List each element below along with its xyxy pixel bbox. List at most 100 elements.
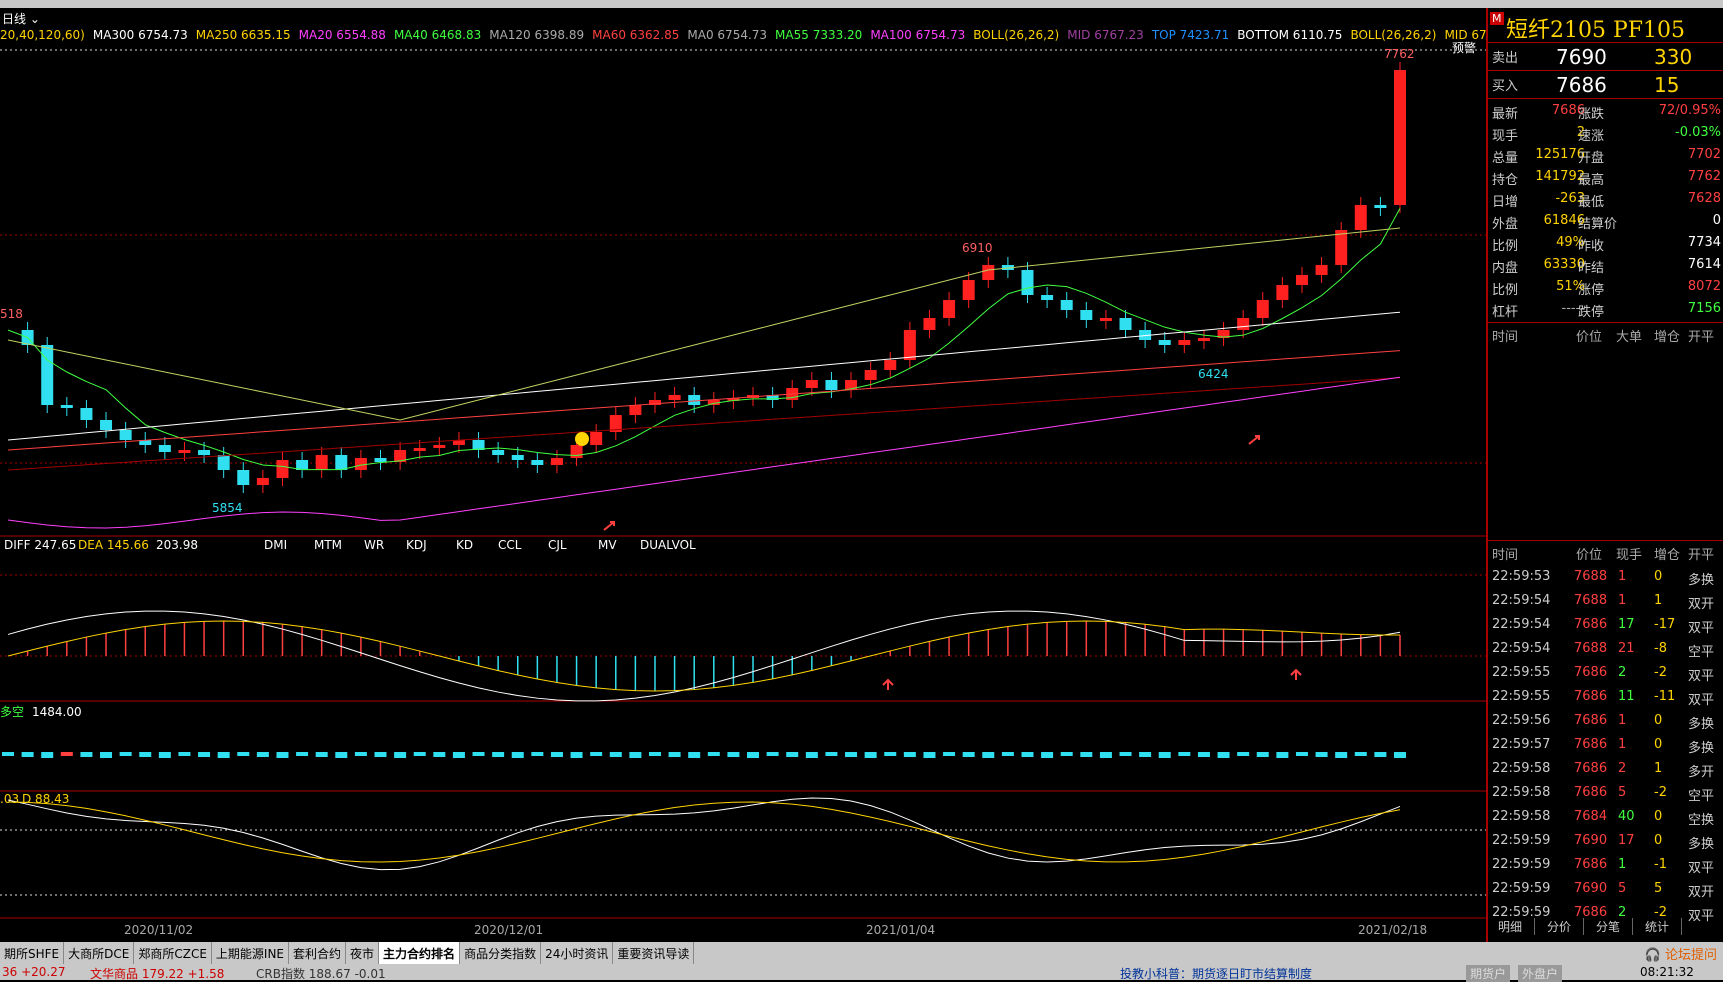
stat-row: 比例 51% 涨停 8072 bbox=[1488, 276, 1723, 298]
column-header: 价位 bbox=[1576, 548, 1603, 563]
stat-cell: 7156 bbox=[1687, 301, 1721, 316]
candle-body bbox=[1394, 70, 1406, 205]
stat-cell: 比例 bbox=[1492, 283, 1519, 298]
tick-cell: 22:59:55 bbox=[1492, 689, 1551, 704]
tick-cell: 双开 bbox=[1688, 597, 1715, 612]
tick-cell: 1 bbox=[1654, 593, 1663, 608]
stat-cell: 涨停 bbox=[1578, 283, 1605, 298]
tick-row: 22:59:55 7686 2 -2 双平 bbox=[1488, 662, 1723, 686]
candle-body bbox=[217, 455, 230, 470]
futures-account-button[interactable]: 期货户 bbox=[1466, 965, 1511, 982]
volume-bar bbox=[374, 752, 387, 757]
stat-row: 持仓 141792 最高 7762 bbox=[1488, 166, 1723, 188]
market-tab[interactable]: 期所SHFE bbox=[0, 942, 65, 965]
tick-cell: 22:59:58 bbox=[1492, 809, 1551, 824]
stat-row: 外盘 61846 结算价 0 bbox=[1488, 210, 1723, 232]
candle-body bbox=[492, 450, 505, 455]
candle-body bbox=[982, 265, 995, 280]
status-bar: 36 +20.27 文华商品 179.22 +1.58 CRB指数 188.67… bbox=[0, 964, 1723, 982]
market-tab[interactable]: 郑商所CZCE bbox=[134, 942, 212, 965]
panel-tab[interactable]: 统计 bbox=[1633, 918, 1682, 935]
contract-title: 短纤2105 PF105 bbox=[1506, 18, 1686, 43]
market-tab[interactable]: 商品分类指数 bbox=[460, 942, 542, 965]
tick-cell: 1 bbox=[1654, 761, 1663, 776]
volume-bar bbox=[1237, 752, 1250, 756]
indicator-tab: WR bbox=[364, 538, 384, 552]
tick-cell: 22:59:54 bbox=[1492, 641, 1551, 656]
market-badge: M bbox=[1490, 12, 1504, 25]
candle-body bbox=[178, 450, 191, 453]
tick-cell: 0 bbox=[1654, 833, 1663, 848]
volume-bar bbox=[688, 752, 701, 758]
kdj-k: .03 bbox=[0, 792, 19, 806]
volume-bar bbox=[805, 752, 818, 758]
volume-bar bbox=[864, 752, 877, 758]
stat-cell: 涨跌 bbox=[1578, 107, 1605, 122]
notice-ticker: 投教小科普：期货逐日盯市结算制度 bbox=[1120, 967, 1313, 981]
ma-line bbox=[7, 311, 1401, 441]
market-tab[interactable]: 上期能源INE bbox=[212, 942, 290, 965]
volume-bar bbox=[1001, 752, 1014, 756]
stat-cell: 最低 bbox=[1578, 195, 1605, 210]
volume-label: 多空 bbox=[0, 705, 24, 719]
sell-price: 7690 bbox=[1556, 45, 1607, 69]
market-tab[interactable]: 24小时资讯 bbox=[541, 942, 614, 965]
price-label-low2: 6424 bbox=[1198, 367, 1229, 381]
tick-cell: 7686 bbox=[1574, 761, 1608, 776]
volume-bar bbox=[1197, 752, 1210, 757]
volume-bar bbox=[315, 752, 328, 757]
warning-label: 预警 bbox=[1452, 40, 1476, 55]
tick-cell: -8 bbox=[1654, 641, 1667, 656]
volume-bar bbox=[119, 752, 132, 756]
volume-bar bbox=[472, 752, 485, 756]
tick-cell: 双开 bbox=[1688, 885, 1715, 900]
volume-bar bbox=[354, 752, 367, 756]
stat-cell: 内盘 bbox=[1492, 261, 1519, 276]
market-tab[interactable]: 大商所DCE bbox=[64, 942, 135, 965]
market-tab[interactable]: 夜市 bbox=[346, 942, 380, 965]
market-tab[interactable]: 套利合约 bbox=[289, 942, 347, 965]
candle-body bbox=[923, 318, 936, 330]
tick-cell: 22:59:54 bbox=[1492, 617, 1551, 632]
stat-cell: 日增 bbox=[1492, 195, 1519, 210]
tick-cell: 7686 bbox=[1574, 689, 1608, 704]
volume-bar bbox=[237, 752, 250, 756]
tick-cell: 7686 bbox=[1574, 785, 1608, 800]
candle-body bbox=[903, 330, 916, 360]
candle-body bbox=[1295, 275, 1308, 285]
volume-bar bbox=[21, 752, 34, 757]
date-label: 2021/01/04 bbox=[866, 923, 935, 937]
tick-cell: 7690 bbox=[1574, 881, 1608, 896]
buy-label: 买入 bbox=[1492, 79, 1519, 94]
stat-cell: 比例 bbox=[1492, 239, 1519, 254]
volume-bar bbox=[511, 752, 524, 758]
stat-cell: 持仓 bbox=[1492, 173, 1519, 188]
tick-cell: 0 bbox=[1654, 809, 1663, 824]
foreign-account-button[interactable]: 外盘户 bbox=[1518, 965, 1563, 982]
market-tab[interactable]: 主力合约排名 bbox=[379, 942, 461, 965]
candle-body bbox=[158, 445, 171, 452]
column-header: 时间 bbox=[1492, 548, 1519, 563]
clock: 08:21:32 bbox=[1640, 965, 1694, 979]
panel-tab[interactable]: 分笔 bbox=[1584, 918, 1633, 935]
panel-tabs[interactable]: 明细 分价 分笔 统计 bbox=[1486, 918, 1723, 938]
volume-bar bbox=[884, 752, 897, 756]
tick-row: 22:59:59 7686 1 -1 双平 bbox=[1488, 854, 1723, 878]
market-tab-bar[interactable]: 期所SHFE 大商所DCE 郑商所CZCE 上期能源INE 套利合约 夜市 主力合约排名 商品… bbox=[0, 942, 1723, 965]
volume-bar bbox=[1354, 752, 1367, 756]
volume-bar bbox=[786, 752, 799, 757]
tick-cell: 7684 bbox=[1574, 809, 1608, 824]
forum-link[interactable]: 🎧 论坛提问 bbox=[1645, 944, 1717, 963]
candle-body bbox=[1060, 300, 1073, 310]
volume-bar bbox=[413, 752, 426, 756]
volume-bar bbox=[1139, 752, 1152, 757]
panel-tab[interactable]: 分价 bbox=[1535, 918, 1584, 935]
stat-cell: 0 bbox=[1712, 213, 1721, 228]
stat-row: 总量 125176 开盘 7702 bbox=[1488, 144, 1723, 166]
tick-row: 22:59:58 7684 40 0 空换 bbox=[1488, 806, 1723, 830]
candlestick-chart[interactable]: 6910 5854 6424 518 7762 预警 DIFF 247.65 DEA 145.… bbox=[0, 0, 1486, 942]
volume-bar bbox=[923, 752, 936, 758]
market-tab[interactable]: 重要资讯导读 bbox=[613, 942, 695, 965]
panel-tab[interactable]: 明细 bbox=[1486, 918, 1535, 935]
candle-body bbox=[1041, 295, 1054, 300]
